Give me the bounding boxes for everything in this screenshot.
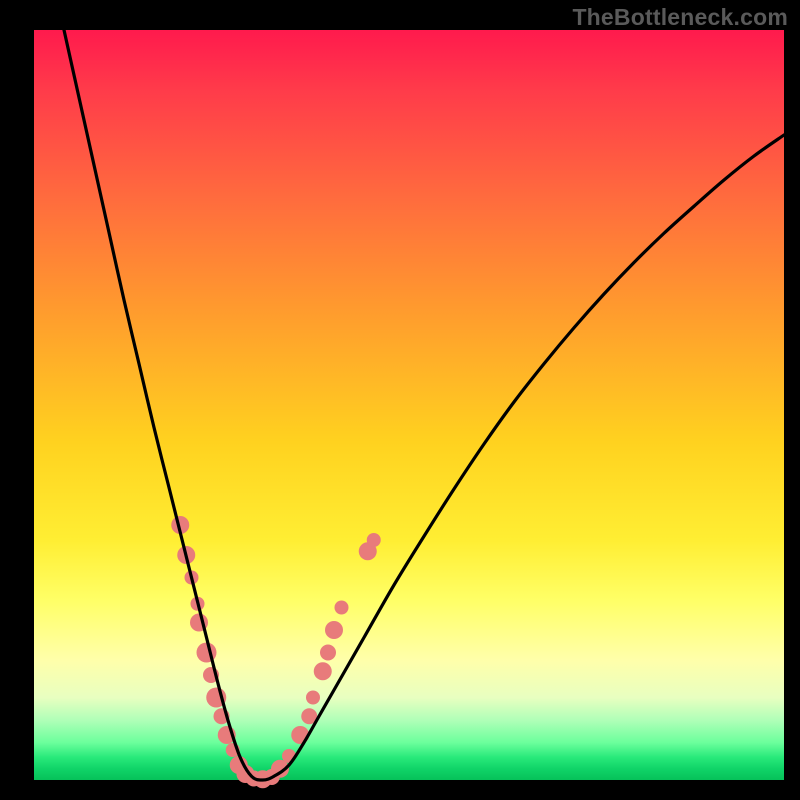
watermark-text: TheBottleneck.com [572, 4, 788, 31]
scatter-point [314, 662, 332, 680]
plot-area [34, 30, 784, 780]
chart-svg [34, 30, 784, 780]
scatter-point [367, 533, 381, 547]
scatter-point [306, 691, 320, 705]
scatter-point [335, 601, 349, 615]
scatter-point [325, 621, 343, 639]
scatter-layer [171, 516, 381, 788]
bottleneck-curve [64, 30, 784, 780]
scatter-point [320, 645, 336, 661]
outer-frame: TheBottleneck.com [0, 0, 800, 800]
